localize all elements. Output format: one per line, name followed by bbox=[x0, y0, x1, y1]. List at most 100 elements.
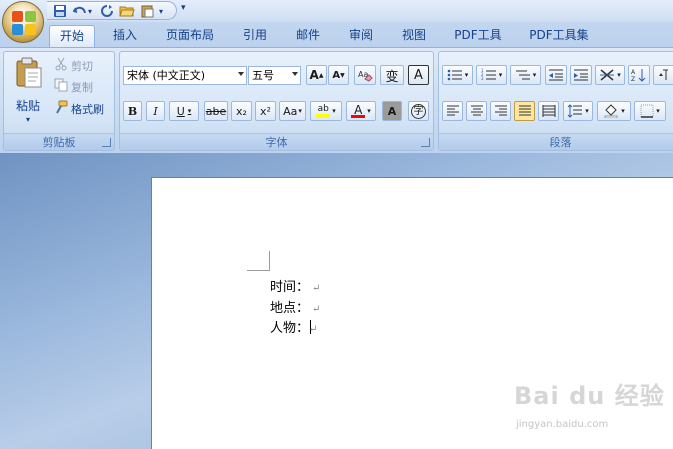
justify-button[interactable] bbox=[514, 101, 535, 121]
highlight-button[interactable]: ab ▾ bbox=[310, 101, 342, 121]
borders-button[interactable]: ▾ bbox=[634, 101, 666, 121]
decrease-indent-icon bbox=[549, 69, 563, 81]
paint-bucket-icon bbox=[604, 104, 618, 118]
font-size-dropdown-icon[interactable] bbox=[292, 72, 298, 76]
svg-text:Z: Z bbox=[631, 76, 635, 82]
char-border-icon: A bbox=[414, 67, 423, 83]
paragraph-mark-icon bbox=[659, 69, 668, 80]
line-text: 人物： bbox=[270, 321, 310, 336]
document-line[interactable]: 地点： ↵ bbox=[270, 297, 320, 316]
margin-corner-mark bbox=[247, 251, 270, 271]
decrease-indent-button[interactable] bbox=[545, 65, 567, 85]
paste-label: 粘贴 bbox=[16, 99, 41, 113]
char-shading-button[interactable]: A bbox=[382, 101, 402, 121]
chinese-layout-button[interactable]: ▾ bbox=[595, 65, 625, 85]
line-spacing-icon bbox=[567, 104, 583, 118]
tab-insert[interactable]: 插入 bbox=[106, 25, 144, 47]
shrink-font-icon: A bbox=[332, 69, 341, 81]
font-name-combo[interactable]: 宋体 (中文正文) bbox=[123, 66, 247, 85]
enclose-chars-button[interactable]: 字 bbox=[408, 101, 429, 121]
underline-button[interactable]: U ▾ bbox=[169, 101, 199, 121]
sort-button[interactable]: AZ bbox=[628, 65, 650, 85]
multilevel-list-icon bbox=[515, 70, 530, 80]
undo-dropdown-icon[interactable]: ▾ bbox=[86, 3, 94, 19]
clear-format-icon: Aa bbox=[358, 70, 373, 82]
bold-button[interactable]: B bbox=[123, 101, 142, 121]
tab-pdf-tools[interactable]: PDF工具 bbox=[447, 25, 509, 47]
borders-icon bbox=[640, 104, 654, 118]
format-painter-icon bbox=[54, 100, 68, 117]
justify-icon bbox=[518, 105, 531, 116]
font-name-dropdown-icon[interactable] bbox=[238, 72, 244, 76]
change-case-icon: Aa bbox=[283, 104, 298, 118]
show-marks-button[interactable] bbox=[653, 65, 673, 85]
tab-home[interactable]: 开始 bbox=[49, 25, 95, 47]
paragraph-mark-icon: ↵ bbox=[312, 304, 321, 315]
save-icon[interactable] bbox=[52, 3, 68, 19]
paragraph-shading-button[interactable]: ▾ bbox=[597, 101, 631, 121]
tab-view[interactable]: 视图 bbox=[395, 25, 433, 47]
tab-pdf-toolset[interactable]: PDF工具集 bbox=[522, 25, 596, 47]
strikethrough-icon: abe bbox=[205, 104, 227, 118]
paragraph-mark-icon: ↵ bbox=[309, 324, 318, 335]
align-center-button[interactable] bbox=[466, 101, 487, 121]
grow-font-icon: A bbox=[309, 68, 319, 82]
font-dialog-launcher-icon[interactable] bbox=[421, 138, 430, 147]
align-right-button[interactable] bbox=[490, 101, 511, 121]
tab-page-layout[interactable]: 页面布局 bbox=[158, 25, 222, 47]
numbering-button[interactable]: 1 2 3 ▾ bbox=[476, 65, 507, 85]
subscript-button[interactable]: x₂ bbox=[231, 101, 252, 121]
scissors-icon bbox=[54, 57, 68, 74]
paste-button[interactable]: 粘贴 ▾ bbox=[8, 55, 50, 129]
format-painter-button[interactable]: 格式刷 bbox=[54, 100, 104, 117]
superscript-button[interactable]: x² bbox=[255, 101, 276, 121]
customize-qat-icon[interactable]: ▾ bbox=[181, 3, 186, 13]
format-painter-label: 格式刷 bbox=[71, 102, 104, 116]
tab-review[interactable]: 审阅 bbox=[342, 25, 380, 47]
font-color-icon: A bbox=[351, 104, 366, 118]
char-border-button[interactable]: A bbox=[408, 65, 429, 85]
subscript-icon: x₂ bbox=[236, 104, 247, 118]
font-color-button[interactable]: A ▾ bbox=[346, 101, 376, 121]
svg-text:3: 3 bbox=[481, 76, 484, 81]
distributed-button[interactable] bbox=[538, 101, 559, 121]
baidu-watermark: Bai du 经验 bbox=[514, 382, 665, 410]
phonetic-guide-button[interactable]: 变 bbox=[380, 65, 404, 85]
increase-indent-button[interactable] bbox=[570, 65, 592, 85]
font-name-value: 宋体 (中文正文) bbox=[127, 69, 206, 82]
highlight-icon: ab bbox=[316, 104, 331, 118]
qat-more-icon[interactable]: ▾ bbox=[157, 3, 165, 19]
change-case-button[interactable]: Aa ▾ bbox=[279, 101, 306, 121]
paste-dropdown-icon[interactable]: ▾ bbox=[26, 115, 30, 124]
document-line[interactable]: 时间： ↵ bbox=[270, 276, 320, 295]
line-text: 地点： bbox=[270, 301, 310, 316]
redo-icon[interactable] bbox=[99, 3, 115, 19]
superscript-icon: x² bbox=[260, 104, 271, 118]
align-left-button[interactable] bbox=[442, 101, 463, 121]
ribbon: 粘贴 ▾ 剪切 复制 格式刷 剪贴板 宋体 (中文正文) 五号 A ▲ A ▼ … bbox=[0, 47, 673, 153]
underline-icon: U bbox=[176, 104, 185, 118]
copy-button[interactable]: 复制 bbox=[54, 78, 93, 95]
multilevel-list-button[interactable]: ▾ bbox=[510, 65, 541, 85]
office-button[interactable] bbox=[2, 1, 44, 43]
tab-mailings[interactable]: 邮件 bbox=[289, 25, 327, 47]
paste-qat-icon[interactable] bbox=[139, 3, 155, 19]
shrink-font-button[interactable]: A ▼ bbox=[328, 65, 349, 85]
document-line[interactable]: 人物：↵ bbox=[270, 317, 317, 336]
distributed-icon bbox=[542, 105, 555, 117]
italic-button[interactable]: I bbox=[146, 101, 165, 121]
phonetic-guide-icon: 变 bbox=[385, 69, 399, 85]
cut-button[interactable]: 剪切 bbox=[54, 57, 93, 74]
office-logo-icon bbox=[12, 11, 36, 35]
bold-icon: B bbox=[127, 104, 138, 118]
grow-font-button[interactable]: A ▲ bbox=[306, 65, 327, 85]
enclose-chars-icon: 字 bbox=[411, 103, 426, 119]
tab-references[interactable]: 引用 bbox=[236, 25, 274, 47]
line-spacing-button[interactable]: ▾ bbox=[563, 101, 593, 121]
clipboard-dialog-launcher-icon[interactable] bbox=[102, 138, 111, 147]
bullets-button[interactable]: ▾ bbox=[442, 65, 473, 85]
open-folder-icon[interactable] bbox=[119, 3, 135, 19]
strikethrough-button[interactable]: abe bbox=[204, 101, 228, 121]
font-size-combo[interactable]: 五号 bbox=[248, 66, 301, 85]
clear-format-button[interactable]: Aa bbox=[354, 65, 376, 85]
